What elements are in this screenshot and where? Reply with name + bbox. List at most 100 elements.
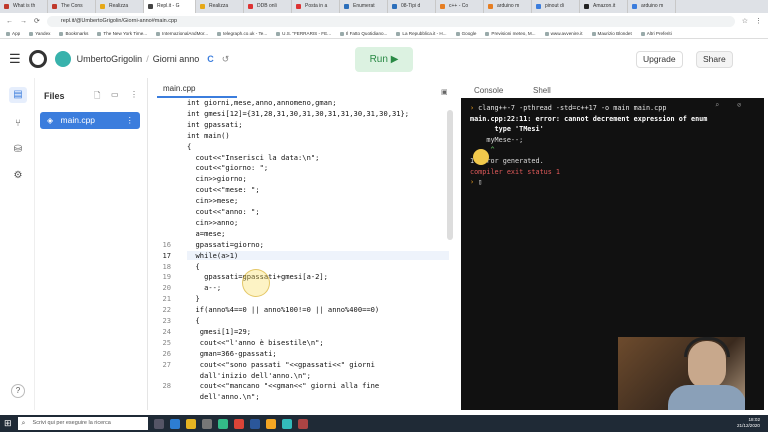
code-line[interactable]: cout<<"giorno: ";: [187, 163, 269, 172]
upgrade-button[interactable]: Upgrade: [636, 51, 683, 68]
code-line[interactable]: {: [187, 316, 200, 325]
code-line[interactable]: gmesi[1]=29;: [187, 327, 251, 336]
new-file-icon[interactable]: 🗋: [94, 90, 100, 104]
bookmark-item[interactable]: Bookmarks: [59, 29, 88, 38]
explorer-icon[interactable]: [265, 418, 276, 429]
settings-icon[interactable]: ⚙: [9, 168, 27, 184]
code-line[interactable]: cout<<"mese: ";: [187, 185, 260, 194]
code-line[interactable]: dell'anno.\n";: [187, 392, 260, 401]
browser-tab[interactable]: Enumerat: [340, 0, 388, 13]
code-line[interactable]: cin>>giorno;: [187, 174, 247, 183]
code-line[interactable]: a=mese;: [187, 229, 226, 238]
chrome-icon[interactable]: [233, 418, 244, 429]
bookmark-item[interactable]: Previsioni meteo, M...: [485, 29, 536, 38]
help-icon[interactable]: ?: [11, 384, 25, 398]
windows-start-icon[interactable]: ⊞: [4, 418, 12, 429]
code-line[interactable]: int gmesi[12]={31,28,31,30,31,30,31,31,3…: [187, 109, 409, 118]
code-line[interactable]: dall'inizio dell'anno.\n";: [187, 371, 311, 380]
media-icon[interactable]: [297, 418, 308, 429]
star-icon[interactable]: ☆: [742, 17, 748, 25]
browser-tab[interactable]: pinout di: [532, 0, 580, 13]
database-icon[interactable]: ⛁: [9, 142, 27, 158]
mail-icon[interactable]: [217, 418, 228, 429]
editor-tab-main-cpp[interactable]: main.cpp: [157, 84, 237, 98]
taskbar-search[interactable]: Scrivi qui per eseguire la ricerca: [17, 417, 148, 430]
file-explorer-icon[interactable]: [185, 418, 196, 429]
code-line[interactable]: cin>>mese;: [187, 196, 239, 205]
bookmark-item[interactable]: La Repubblica.it - H...: [396, 29, 447, 38]
taskbar-clock[interactable]: 18:02 21/12/2020: [737, 417, 760, 429]
bookmark-item[interactable]: www.avvenire.it: [544, 29, 583, 38]
project-name[interactable]: Giorni anno: [153, 54, 200, 64]
run-button[interactable]: Run ▶: [355, 47, 413, 72]
task-view-icon[interactable]: [153, 418, 164, 429]
editor-scrollbar[interactable]: [447, 110, 453, 240]
bookmark-item[interactable]: Maurizio Blondet: [591, 29, 632, 38]
files-icon[interactable]: ▤: [9, 87, 27, 103]
reload-icon[interactable]: ⟳: [34, 17, 40, 25]
code-line[interactable]: cout<<"l'anno è bisestile\n";: [187, 338, 324, 347]
new-folder-icon[interactable]: ▭: [111, 90, 119, 99]
browser-tab[interactable]: DDB onli: [244, 0, 292, 13]
console-stop-icon[interactable]: ⊘: [737, 101, 741, 109]
code-line[interactable]: cin>>anno;: [187, 218, 239, 227]
code-line[interactable]: }: [187, 294, 200, 303]
code-line[interactable]: int gpassati;: [187, 120, 243, 129]
code-line[interactable]: a--;: [187, 283, 221, 292]
store-icon[interactable]: [201, 418, 212, 429]
back-icon[interactable]: ←: [6, 18, 13, 25]
editor-options-icon[interactable]: ▣: [441, 88, 448, 96]
browser-tab[interactable]: Repl.it - G: [144, 0, 196, 13]
menu-icon[interactable]: ☰: [9, 51, 21, 67]
code-line[interactable]: {: [187, 142, 191, 151]
tab-shell[interactable]: Shell: [533, 86, 551, 95]
bookmark-item[interactable]: The New York Time...: [97, 29, 147, 38]
share-button[interactable]: Share: [696, 51, 733, 68]
code-line[interactable]: while(a>1): [187, 250, 449, 260]
code-area[interactable]: int giorni,mese,anno,annomeno,gman; int g…: [149, 98, 449, 410]
browser-tab[interactable]: The Cons: [48, 0, 96, 13]
history-icon[interactable]: ↺: [222, 54, 230, 65]
code-line[interactable]: gpassati=giorno;: [187, 240, 264, 249]
bookmark-item[interactable]: App: [6, 29, 20, 38]
bookmark-item[interactable]: InternazionalAndMor...: [156, 29, 208, 38]
browser-tab[interactable]: Realizza: [96, 0, 144, 13]
browser-tab[interactable]: Realizza: [196, 0, 244, 13]
user-avatar[interactable]: [54, 51, 71, 67]
bookmark-item[interactable]: telegraph.co.uk - Te...: [217, 29, 267, 38]
browser-tab[interactable]: arduino m: [484, 0, 532, 13]
bookmark-item[interactable]: U.S. "FERRARIS - FE...: [276, 29, 331, 38]
bookmark-item[interactable]: Altri Preferiti: [640, 29, 672, 38]
browser-tab[interactable]: Posta in a: [292, 0, 340, 13]
app-icon[interactable]: [281, 418, 292, 429]
code-line[interactable]: cout<<"sono passati "<<gpassati<<" giorn…: [187, 360, 375, 369]
forward-icon[interactable]: →: [20, 18, 27, 25]
file-more-icon[interactable]: ⋮: [126, 112, 135, 129]
browser-tab[interactable]: c++ - Co: [436, 0, 484, 13]
url-field[interactable]: repl.it/@UmbertoGrigolin/Giorni-anno#mai…: [46, 15, 735, 27]
replit-logo-icon[interactable]: [28, 50, 47, 68]
code-line[interactable]: if(anno%4==0 || anno%100!=0 || anno%400=…: [187, 305, 380, 314]
browser-tab[interactable]: What is th: [0, 0, 48, 13]
tab-console[interactable]: Console: [474, 86, 503, 95]
extensions-icon[interactable]: ⋮: [755, 17, 762, 25]
code-line[interactable]: {: [187, 262, 200, 271]
bookmark-item[interactable]: Google: [455, 29, 476, 38]
code-line[interactable]: gman=366-gpassati;: [187, 349, 277, 358]
browser-tab[interactable]: 08-Tipi d: [388, 0, 436, 13]
code-line[interactable]: cout<<"anno: ";: [187, 207, 260, 216]
files-more-icon[interactable]: ⋮: [130, 90, 138, 99]
word-icon[interactable]: [249, 418, 260, 429]
user-name[interactable]: UmbertoGrigolin: [77, 54, 143, 64]
bookmark-item[interactable]: Yandex: [29, 29, 50, 38]
browser-tab[interactable]: Amazon.it: [580, 0, 628, 13]
code-line[interactable]: int main(): [187, 131, 230, 140]
code-line[interactable]: int giorni,mese,anno,annomeno,gman;: [187, 98, 336, 107]
edge-icon[interactable]: [169, 418, 180, 429]
console-clear-icon[interactable]: ⌕: [715, 101, 719, 109]
version-control-icon[interactable]: ⑂: [9, 116, 27, 132]
bookmark-item[interactable]: Il Fatto Quotidiano...: [340, 29, 387, 38]
file-item-main-cpp[interactable]: ◈ main.cpp ⋮: [40, 112, 140, 129]
code-line[interactable]: cout<<"mancano "<<gman<<" giorni alla fi…: [187, 381, 379, 390]
browser-tab[interactable]: arduino m: [628, 0, 676, 13]
